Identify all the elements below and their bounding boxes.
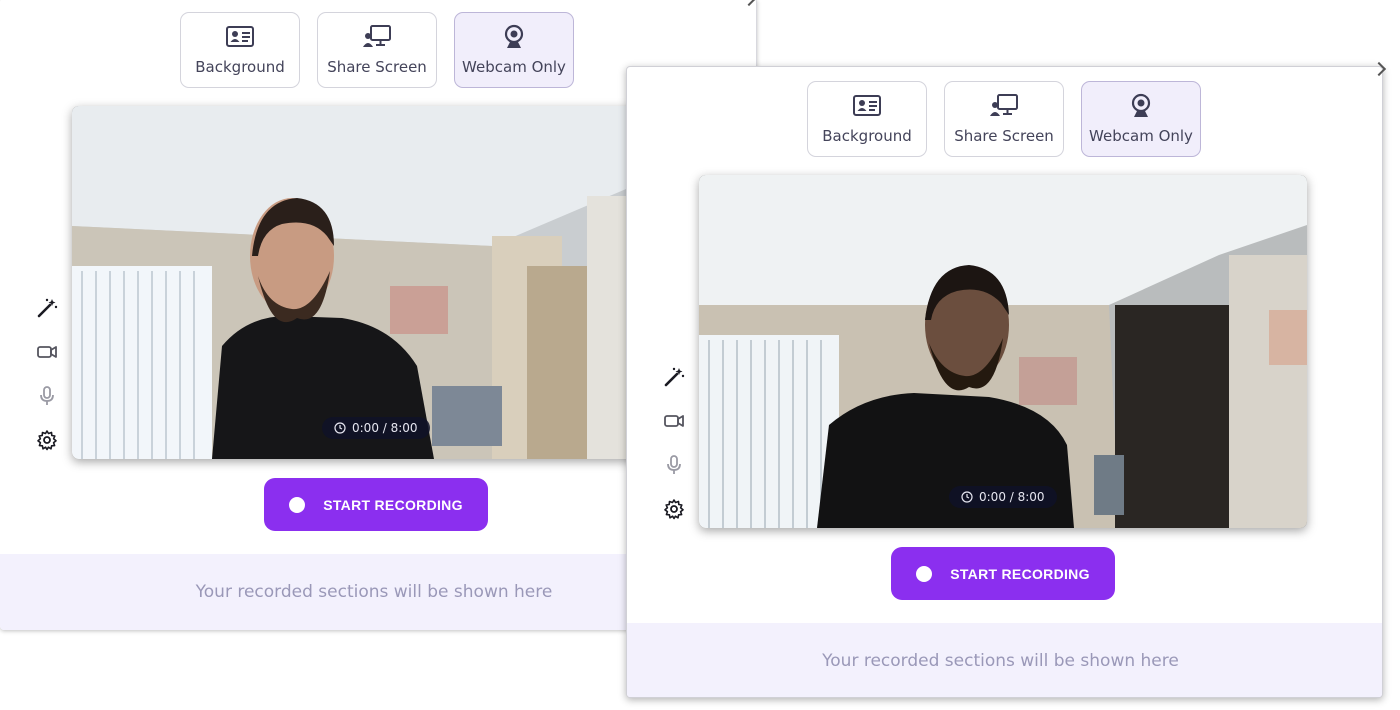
camera-icon[interactable] <box>35 338 59 366</box>
start-recording-label: START RECORDING <box>950 565 1090 582</box>
recorded-sections-placeholder: Your recorded sections will be shown her… <box>195 582 553 602</box>
microphone-icon[interactable] <box>35 382 59 410</box>
webcam-feed-image <box>699 175 1307 528</box>
tool-sidebar <box>33 294 61 454</box>
webcam-only-mode-label: Webcam Only <box>462 58 566 76</box>
magic-wand-icon[interactable] <box>662 363 686 391</box>
gear-icon[interactable] <box>35 426 59 454</box>
microphone-icon[interactable] <box>662 451 686 479</box>
share-screen-mode-label: Share Screen <box>954 127 1054 145</box>
recording-timer: 0:00 / 8:00 <box>322 417 430 439</box>
recorded-sections-area: Your recorded sections will be shown her… <box>627 623 1382 697</box>
camera-icon[interactable] <box>662 407 686 435</box>
webcam-only-mode-label: Webcam Only <box>1089 127 1193 145</box>
background-mode-button[interactable]: Background <box>180 12 300 88</box>
magic-wand-icon[interactable] <box>35 294 59 322</box>
background-mode-button[interactable]: Background <box>807 81 927 157</box>
recorded-sections-placeholder: Your recorded sections will be shown her… <box>822 651 1179 671</box>
webcam-only-mode-button[interactable]: Webcam Only <box>454 12 574 88</box>
webcam-feed-image <box>72 106 680 459</box>
share-screen-mode-button[interactable]: Share Screen <box>317 12 437 88</box>
tool-sidebar <box>660 363 688 523</box>
share-screen-icon <box>990 94 1018 116</box>
id-card-icon <box>853 95 881 116</box>
clock-icon <box>961 491 973 503</box>
share-screen-mode-button[interactable]: Share Screen <box>944 81 1064 157</box>
gear-icon[interactable] <box>662 495 686 523</box>
record-dot-icon <box>916 565 933 582</box>
webcam-only-mode-button[interactable]: Webcam Only <box>1081 81 1201 157</box>
recorder-window-front: Background Share Screen Webcam Only 0:00… <box>626 66 1383 698</box>
clock-icon <box>334 422 346 434</box>
webcam-icon <box>1131 93 1151 117</box>
start-recording-label: START RECORDING <box>323 496 463 513</box>
recording-timer: 0:00 / 8:00 <box>949 486 1057 508</box>
start-recording-button[interactable]: START RECORDING <box>264 478 488 531</box>
background-mode-label: Background <box>822 127 912 145</box>
webcam-preview: 0:00 / 8:00 <box>72 106 680 459</box>
webcam-icon <box>504 24 524 48</box>
background-mode-label: Background <box>195 58 285 76</box>
share-screen-mode-label: Share Screen <box>327 58 427 76</box>
id-card-icon <box>226 26 254 47</box>
timer-text: 0:00 / 8:00 <box>979 490 1045 504</box>
share-screen-icon <box>363 25 391 47</box>
start-recording-button[interactable]: START RECORDING <box>891 547 1115 600</box>
record-dot-icon <box>289 496 306 513</box>
timer-text: 0:00 / 8:00 <box>352 421 418 435</box>
webcam-preview: 0:00 / 8:00 <box>699 175 1307 528</box>
